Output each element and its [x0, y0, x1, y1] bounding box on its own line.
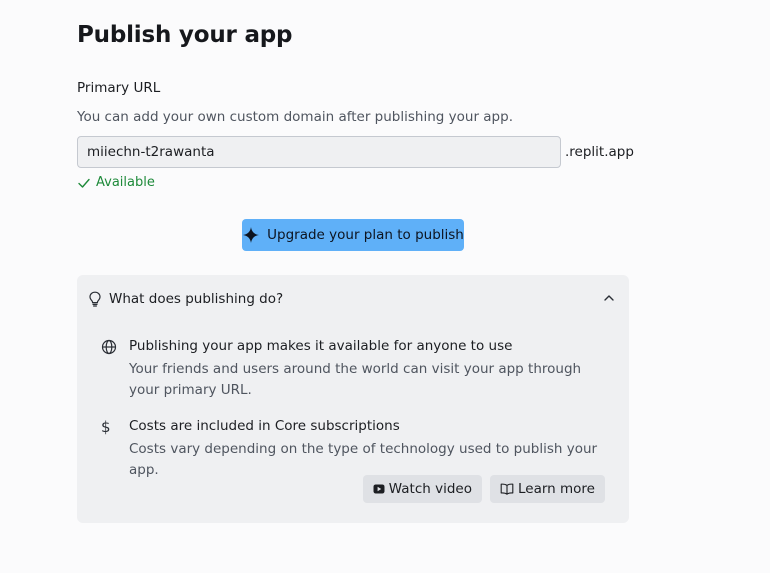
- primary-url-label: Primary URL: [77, 80, 161, 96]
- upgrade-plan-button[interactable]: Upgrade your plan to publish: [242, 219, 464, 251]
- watch-video-button[interactable]: Watch video: [362, 475, 482, 503]
- learn-more-label: Learn more: [518, 481, 595, 497]
- learn-more-button[interactable]: Learn more: [490, 475, 605, 503]
- publishing-info-header: What does publishing do?: [109, 291, 284, 307]
- page-title: Publish your app: [77, 22, 293, 48]
- watch-video-label: Watch video: [388, 481, 472, 497]
- chevron-up-icon: [604, 295, 614, 301]
- availability-status: Available: [77, 175, 155, 190]
- info-panel-actions: Watch video Learn more: [362, 475, 605, 503]
- publishing-info-toggle[interactable]: What does publishing do?: [77, 275, 629, 323]
- primary-url-helper-text: You can add your own custom domain after…: [77, 109, 513, 125]
- check-icon: [78, 178, 90, 188]
- lightbulb-icon: [89, 291, 101, 307]
- info-item-title: Publishing your app makes it available f…: [129, 338, 513, 354]
- upgrade-plan-label: Upgrade your plan to publish: [267, 227, 464, 243]
- publishing-info-panel: What does publishing do? Publishing your…: [77, 275, 629, 523]
- youtube-icon: [373, 484, 385, 494]
- info-item-description: Your friends and users around the world …: [129, 361, 582, 398]
- availability-text: Available: [96, 175, 155, 190]
- domain-suffix: .replit.app: [565, 144, 634, 160]
- globe-icon: [101, 339, 117, 355]
- book-icon: [500, 483, 514, 495]
- primary-url-row: .replit.app: [77, 136, 634, 168]
- dollar-icon: $: [101, 418, 111, 436]
- info-item-title: Costs are included in Core subscriptions: [129, 418, 400, 434]
- publish-page: Publish your app Primary URL You can add…: [0, 0, 770, 573]
- sparkle-icon: [243, 227, 260, 243]
- subdomain-input[interactable]: [77, 136, 561, 168]
